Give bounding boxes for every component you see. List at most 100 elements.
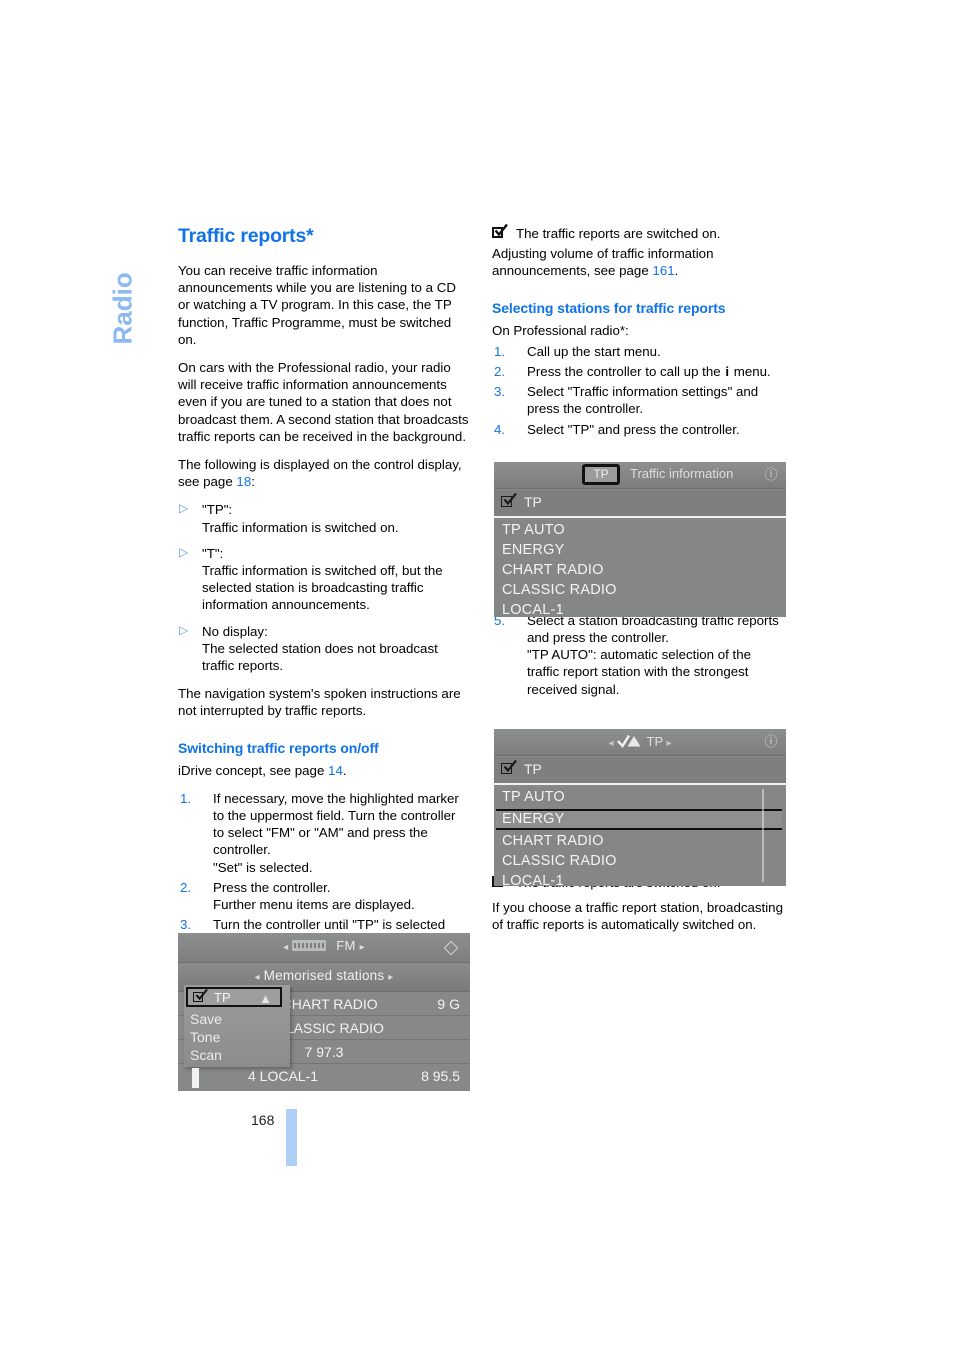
traffic-information-settings-display: TP Traffic information ⓘ TP TP AUTO ENER… (494, 462, 786, 617)
section-heading-selecting: Selecting stations for traffic reports (492, 299, 726, 316)
station-name: 4 LOCAL-1 (248, 1068, 319, 1084)
step-text: Select a station broadcasting traffic re… (527, 612, 779, 697)
home-diamond-icon[interactable]: ◇ (440, 937, 462, 959)
display-header: TP Traffic information ⓘ (494, 462, 786, 489)
bullet-desc: Traffic information is switched on. (202, 519, 399, 535)
tp-checkbox-label: TP (524, 761, 542, 777)
popup-item-scan[interactable]: Scan (190, 1047, 222, 1063)
triangle-bullet-icon: ▷ (179, 622, 189, 637)
checkbox-checked-icon (193, 989, 208, 1004)
tp-checkbox-label: TP (524, 494, 542, 510)
display-lead-paragraph: The following is displayed on the contro… (178, 456, 470, 490)
context-popup-menu: TP ▲ Save Tone Scan (184, 985, 290, 1067)
list-item[interactable]: TP AUTO (502, 522, 565, 538)
prev-arrow-icon[interactable]: ◂ (283, 942, 288, 953)
station-list: TP AUTO ENERGY CHART RADIO CLASSIC RADIO… (494, 520, 786, 617)
navigation-note: The navigation system's spoken instructi… (178, 686, 461, 719)
tp-button[interactable]: TP (582, 464, 620, 485)
list-item: 5. Select a station broadcasting traffic… (492, 612, 784, 698)
traffic-information-station-selected-display: ◂ TP ▸ ⓘ TP TP AUTO ENERGY CHART RADIO C… (494, 729, 786, 886)
intro-paragraph-2: On cars with the Professional radio, you… (178, 360, 469, 444)
step-text: Select "Traffic information settings" an… (527, 384, 759, 417)
popup-item-label: TP (214, 990, 231, 1005)
list-item[interactable]: ENERGY (502, 542, 564, 558)
tuner-icon (292, 940, 327, 952)
popup-item-save[interactable]: Save (190, 1011, 222, 1027)
page-reference-161[interactable]: 161 (652, 263, 674, 278)
tp-checkbox-row[interactable]: TP (494, 757, 786, 785)
checkbox-checked-icon (501, 760, 517, 776)
page-title: Traffic reports* (178, 225, 314, 247)
popup-highlighted-item[interactable]: TP ▲ (186, 987, 282, 1007)
station-preset: 8 95.5 (421, 1068, 460, 1084)
step-text: Select "TP" and press the controller. (527, 421, 740, 437)
manual-page: Radio Traffic reports* You can receive t… (0, 0, 954, 1351)
station-preset: 9 G (437, 996, 460, 1012)
station-list: TP AUTO ENERGY CHART RADIO CLASSIC RADIO… (494, 787, 786, 886)
scroll-indicator[interactable] (192, 1068, 199, 1088)
list-item: 3. Select "Traffic information settings"… (492, 383, 784, 417)
prev-arrow-icon[interactable]: ◂ (608, 738, 613, 749)
list-item: 1. If necessary, move the highlighted ma… (178, 790, 470, 876)
step-number: 2. (494, 364, 506, 380)
professional-radio-lead: On Professional radio*: (492, 322, 629, 338)
header-title: TP (646, 734, 663, 749)
list-item: ▷ "T": Traffic information is switched o… (178, 545, 470, 614)
selecting-steps-list-part1: 1. Call up the start menu. 2. Press the … (492, 343, 784, 438)
next-arrow-icon[interactable]: ▸ (388, 972, 393, 983)
page-reference-14[interactable]: 14 (328, 763, 343, 778)
idrive-end: . (342, 762, 347, 778)
idrive-lead-paragraph: iDrive concept, see page 14. (178, 762, 470, 779)
prev-arrow-icon[interactable]: ◂ (254, 972, 259, 983)
idrive-lead-text: iDrive concept, see page (178, 762, 329, 778)
page-number: 168 (251, 1112, 275, 1128)
step-number: 3. (180, 917, 192, 933)
step-number: 1. (494, 343, 506, 359)
tp-checkbox-row[interactable]: TP (494, 490, 786, 518)
intro-paragraph-1: You can receive traffic information anno… (178, 263, 456, 347)
list-item[interactable]: CLASSIC RADIO (502, 853, 617, 869)
list-item: 2. Press the controller. Further menu ite… (178, 879, 470, 913)
info-icon[interactable]: ⓘ (761, 731, 781, 752)
list-item[interactable]: TP AUTO (502, 789, 565, 805)
band-label: FM (336, 938, 356, 953)
table-row[interactable]: 4 LOCAL-1 8 95.5 (178, 1065, 470, 1088)
list-item[interactable]: CHART RADIO (502, 833, 604, 849)
radio-fm-memorised-stations-display: ◂ FM ▸ ◇ ◂ Memorised stations ▸ 5 CHART … (178, 933, 470, 1091)
closing-paragraph: If you choose a traffic report station, … (492, 900, 783, 933)
step-number: 3. (494, 384, 506, 400)
volume-lead-text: Adjusting volume of traffic information … (492, 246, 714, 279)
info-icon[interactable]: ⓘ (761, 464, 781, 485)
list-item[interactable]: CLASSIC RADIO (502, 582, 617, 598)
list-item: 1. Call up the start menu. (492, 343, 784, 360)
list-item[interactable]: LOCAL-1 (502, 602, 564, 617)
bullet-term: "T": (202, 545, 224, 561)
list-item[interactable]: CHART RADIO (502, 562, 604, 578)
cursor-arrow-icon: ▲ (259, 991, 272, 1006)
chapter-tab: Radio (103, 222, 143, 352)
note-traffic-on-top: The traffic reports are switched on. (492, 224, 784, 242)
step-text: Press the controller. Further menu items … (213, 879, 415, 913)
list-item: ▷ No display: The selected station does … (178, 623, 470, 675)
bullet-desc: Traffic information is switched off, but… (202, 563, 443, 613)
header-title: Traffic information (630, 466, 734, 481)
next-arrow-icon[interactable]: ▸ (360, 942, 365, 953)
list-item[interactable]: LOCAL-1 (502, 873, 564, 886)
swipe-gesture-indicator (762, 789, 780, 882)
chapter-color-tab (286, 1109, 297, 1166)
section-heading-switching: Switching traffic reports on/off (178, 739, 379, 756)
memorised-stations-label: Memorised stations (263, 968, 385, 983)
display-lead-end: : (251, 474, 255, 490)
step-number: 2. (180, 879, 192, 895)
page-reference-18[interactable]: 18 (236, 474, 251, 489)
chapter-tab-label: Radio (107, 272, 138, 345)
list-item-selected[interactable]: ENERGY (502, 811, 564, 827)
page-footer: 168 (178, 1109, 338, 1179)
display-band-label-row: ◂ FM ▸ (178, 938, 470, 953)
bullet-term: "TP": (202, 502, 233, 518)
next-arrow-icon[interactable]: ▸ (667, 738, 672, 749)
checkbox-checked-icon (492, 224, 508, 240)
note-text: The traffic reports are switched on. (516, 226, 721, 241)
popup-item-tone[interactable]: Tone (190, 1029, 220, 1045)
memorised-stations-row: ◂ Memorised stations ▸ (178, 968, 470, 983)
